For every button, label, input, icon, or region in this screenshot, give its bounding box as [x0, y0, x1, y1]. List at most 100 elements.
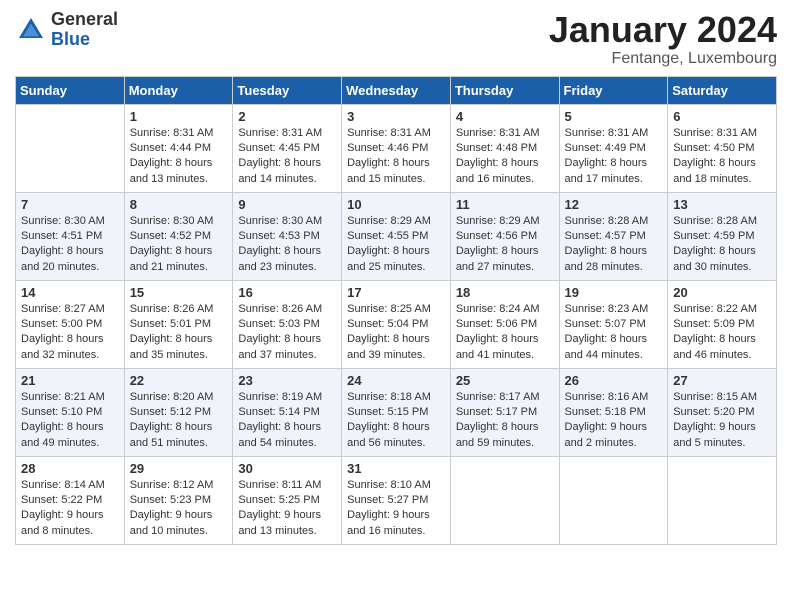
day-info: Sunrise: 8:26 AMSunset: 5:01 PMDaylight:… — [130, 302, 228, 364]
month-title: January 2024 — [549, 10, 777, 50]
day-info: Sunrise: 8:29 AMSunset: 4:55 PMDaylight:… — [347, 214, 445, 276]
day-number: 11 — [456, 197, 554, 212]
col-header-tuesday: Tuesday — [233, 76, 342, 104]
logo-text: General Blue — [51, 10, 118, 50]
logo-icon — [15, 14, 47, 46]
day-info: Sunrise: 8:14 AMSunset: 5:22 PMDaylight:… — [21, 478, 119, 540]
day-number: 5 — [565, 109, 663, 124]
day-number: 3 — [347, 109, 445, 124]
day-number: 18 — [456, 285, 554, 300]
day-info: Sunrise: 8:31 AMSunset: 4:45 PMDaylight:… — [238, 126, 336, 188]
day-info: Sunrise: 8:28 AMSunset: 4:59 PMDaylight:… — [673, 214, 771, 276]
calendar-cell: 16 Sunrise: 8:26 AMSunset: 5:03 PMDayligh… — [233, 280, 342, 368]
calendar-cell: 21Sunrise: 8:21 AMSunset: 5:10 PMDayligh… — [16, 368, 125, 456]
week-row-4: 21Sunrise: 8:21 AMSunset: 5:10 PMDayligh… — [16, 368, 777, 456]
calendar-cell: 27 Sunrise: 8:15 AMSunset: 5:20 PMDayligh… — [668, 368, 777, 456]
day-number: 4 — [456, 109, 554, 124]
calendar-cell — [559, 456, 668, 544]
day-info: Sunrise: 8:30 AMSunset: 4:51 PMDaylight:… — [21, 214, 119, 276]
day-number: 6 — [673, 109, 771, 124]
day-number: 26 — [565, 373, 663, 388]
day-info: Sunrise: 8:30 AMSunset: 4:52 PMDaylight:… — [130, 214, 228, 276]
day-info: Sunrise: 8:31 AMSunset: 4:44 PMDaylight:… — [130, 126, 228, 188]
logo-blue-text: Blue — [51, 30, 118, 50]
calendar-cell: 19 Sunrise: 8:23 AMSunset: 5:07 PMDayligh… — [559, 280, 668, 368]
calendar-cell: 23Sunrise: 8:19 AMSunset: 5:14 PMDayligh… — [233, 368, 342, 456]
calendar-cell: 24Sunrise: 8:18 AMSunset: 5:15 PMDayligh… — [342, 368, 451, 456]
day-number: 27 — [673, 373, 771, 388]
day-info: Sunrise: 8:22 AMSunset: 5:09 PMDaylight:… — [673, 302, 771, 364]
day-info: Sunrise: 8:26 AMSunset: 5:03 PMDaylight:… — [238, 302, 336, 364]
title-section: January 2024 Fentange, Luxembourg — [549, 10, 777, 68]
day-number: 10 — [347, 197, 445, 212]
day-info: Sunrise: 8:28 AMSunset: 4:57 PMDaylight:… — [565, 214, 663, 276]
day-number: 19 — [565, 285, 663, 300]
calendar-cell: 7 Sunrise: 8:30 AMSunset: 4:51 PMDaylight… — [16, 192, 125, 280]
col-header-wednesday: Wednesday — [342, 76, 451, 104]
col-header-monday: Monday — [124, 76, 233, 104]
header: General Blue January 2024 Fentange, Luxe… — [15, 10, 777, 68]
logo-general-text: General — [51, 10, 118, 30]
calendar-cell: 3 Sunrise: 8:31 AMSunset: 4:46 PMDaylight… — [342, 104, 451, 192]
day-info: Sunrise: 8:18 AMSunset: 5:15 PMDaylight:… — [347, 390, 445, 452]
day-info: Sunrise: 8:31 AMSunset: 4:46 PMDaylight:… — [347, 126, 445, 188]
calendar-cell: 15 Sunrise: 8:26 AMSunset: 5:01 PMDayligh… — [124, 280, 233, 368]
location: Fentange, Luxembourg — [549, 50, 777, 68]
day-info: Sunrise: 8:31 AMSunset: 4:50 PMDaylight:… — [673, 126, 771, 188]
calendar-cell: 8 Sunrise: 8:30 AMSunset: 4:52 PMDaylight… — [124, 192, 233, 280]
page-container: General Blue January 2024 Fentange, Luxe… — [0, 0, 792, 555]
calendar-cell: 11 Sunrise: 8:29 AMSunset: 4:56 PMDayligh… — [450, 192, 559, 280]
logo: General Blue — [15, 10, 118, 50]
calendar-cell: 9 Sunrise: 8:30 AMSunset: 4:53 PMDaylight… — [233, 192, 342, 280]
day-number: 17 — [347, 285, 445, 300]
calendar-cell: 26 Sunrise: 8:16 AMSunset: 5:18 PMDayligh… — [559, 368, 668, 456]
calendar-cell: 18 Sunrise: 8:24 AMSunset: 5:06 PMDayligh… — [450, 280, 559, 368]
day-info: Sunrise: 8:19 AMSunset: 5:14 PMDaylight:… — [238, 390, 336, 452]
day-info: Sunrise: 8:24 AMSunset: 5:06 PMDaylight:… — [456, 302, 554, 364]
calendar-cell: 1 Sunrise: 8:31 AMSunset: 4:44 PMDaylight… — [124, 104, 233, 192]
calendar-cell: 12 Sunrise: 8:28 AMSunset: 4:57 PMDayligh… — [559, 192, 668, 280]
day-info: Sunrise: 8:20 AMSunset: 5:12 PMDaylight:… — [130, 390, 228, 452]
day-number: 25 — [456, 373, 554, 388]
day-info: Sunrise: 8:15 AMSunset: 5:20 PMDaylight:… — [673, 390, 771, 452]
calendar-cell: 25 Sunrise: 8:17 AMSunset: 5:17 PMDayligh… — [450, 368, 559, 456]
day-number: 7 — [21, 197, 119, 212]
calendar-cell: 14Sunrise: 8:27 AMSunset: 5:00 PMDayligh… — [16, 280, 125, 368]
day-number: 9 — [238, 197, 336, 212]
calendar-table: SundayMondayTuesdayWednesdayThursdayFrid… — [15, 76, 777, 545]
day-info: Sunrise: 8:31 AMSunset: 4:49 PMDaylight:… — [565, 126, 663, 188]
day-number: 16 — [238, 285, 336, 300]
week-row-3: 14Sunrise: 8:27 AMSunset: 5:00 PMDayligh… — [16, 280, 777, 368]
calendar-cell — [16, 104, 125, 192]
col-header-sunday: Sunday — [16, 76, 125, 104]
day-info: Sunrise: 8:30 AMSunset: 4:53 PMDaylight:… — [238, 214, 336, 276]
day-number: 8 — [130, 197, 228, 212]
day-info: Sunrise: 8:23 AMSunset: 5:07 PMDaylight:… — [565, 302, 663, 364]
day-info: Sunrise: 8:12 AMSunset: 5:23 PMDaylight:… — [130, 478, 228, 540]
day-number: 22 — [130, 373, 228, 388]
day-number: 30 — [238, 461, 336, 476]
day-number: 2 — [238, 109, 336, 124]
calendar-cell — [668, 456, 777, 544]
calendar-cell: 5 Sunrise: 8:31 AMSunset: 4:49 PMDaylight… — [559, 104, 668, 192]
col-header-friday: Friday — [559, 76, 668, 104]
col-header-saturday: Saturday — [668, 76, 777, 104]
day-info: Sunrise: 8:17 AMSunset: 5:17 PMDaylight:… — [456, 390, 554, 452]
day-info: Sunrise: 8:16 AMSunset: 5:18 PMDaylight:… — [565, 390, 663, 452]
day-info: Sunrise: 8:29 AMSunset: 4:56 PMDaylight:… — [456, 214, 554, 276]
day-number: 29 — [130, 461, 228, 476]
day-info: Sunrise: 8:31 AMSunset: 4:48 PMDaylight:… — [456, 126, 554, 188]
calendar-cell: 20 Sunrise: 8:22 AMSunset: 5:09 PMDayligh… — [668, 280, 777, 368]
day-number: 31 — [347, 461, 445, 476]
day-number: 12 — [565, 197, 663, 212]
day-info: Sunrise: 8:21 AMSunset: 5:10 PMDaylight:… — [21, 390, 119, 452]
day-number: 14 — [21, 285, 119, 300]
day-number: 20 — [673, 285, 771, 300]
day-number: 1 — [130, 109, 228, 124]
col-header-thursday: Thursday — [450, 76, 559, 104]
calendar-cell: 6 Sunrise: 8:31 AMSunset: 4:50 PMDaylight… — [668, 104, 777, 192]
calendar-cell: 31Sunrise: 8:10 AMSunset: 5:27 PMDayligh… — [342, 456, 451, 544]
calendar-cell: 10 Sunrise: 8:29 AMSunset: 4:55 PMDayligh… — [342, 192, 451, 280]
day-info: Sunrise: 8:25 AMSunset: 5:04 PMDaylight:… — [347, 302, 445, 364]
day-number: 15 — [130, 285, 228, 300]
